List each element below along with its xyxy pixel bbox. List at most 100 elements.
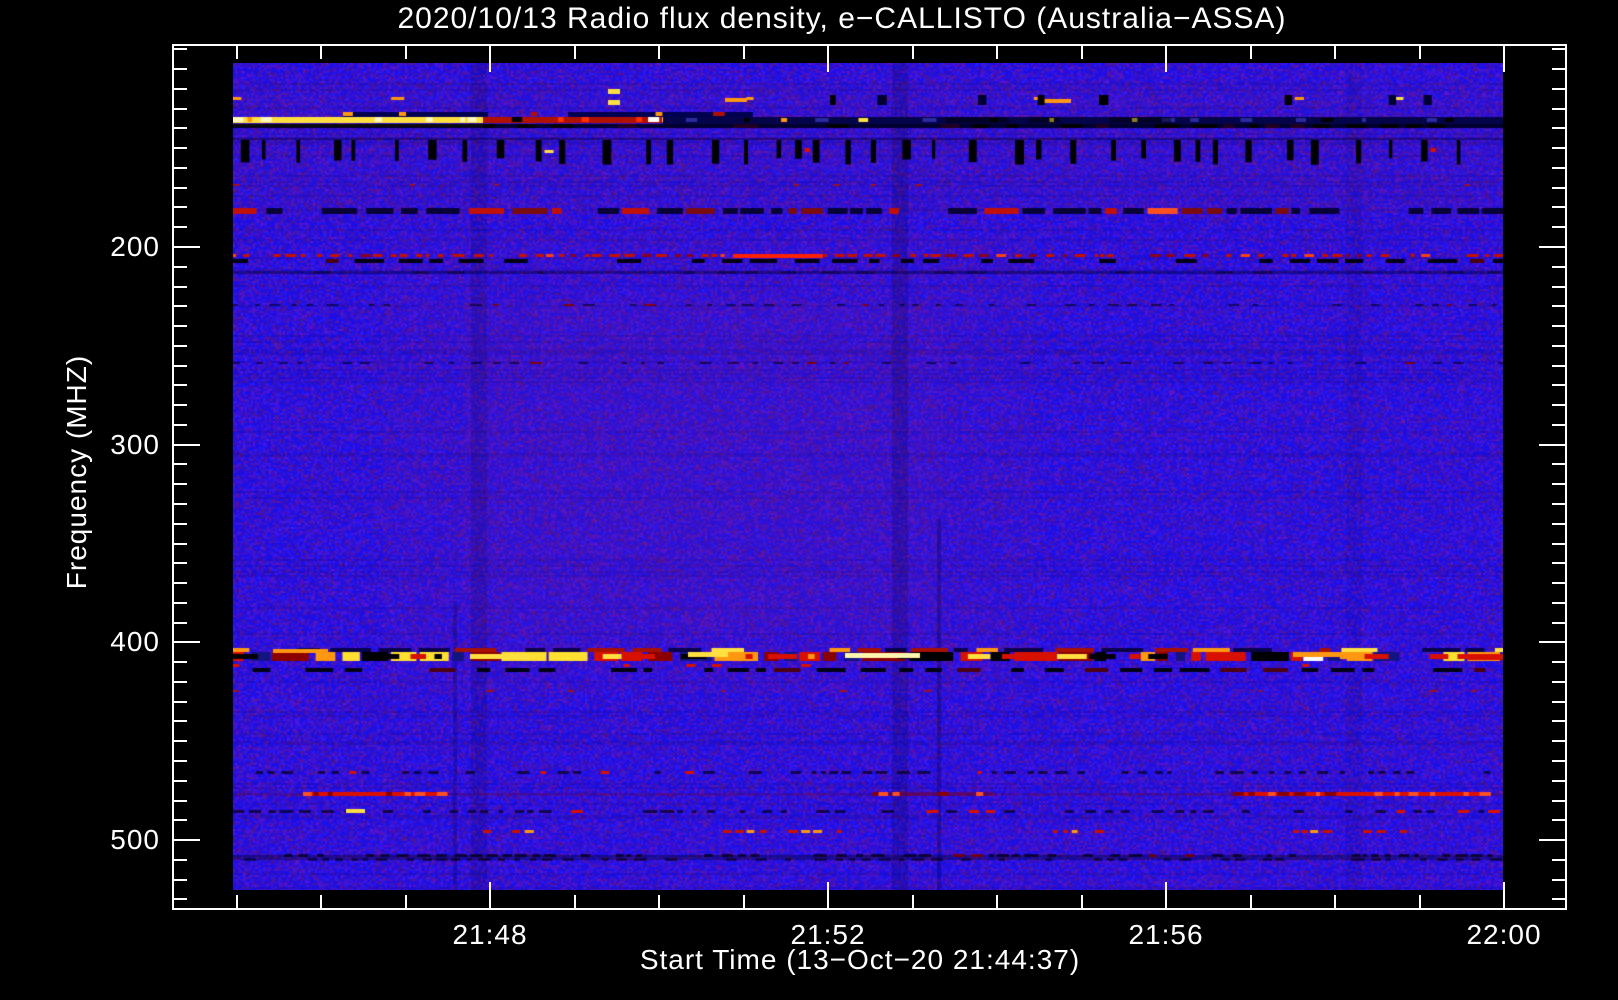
tick-mark [1552, 147, 1565, 149]
tick-mark [1165, 882, 1167, 908]
tick-mark [1552, 365, 1565, 367]
tick-mark [320, 46, 322, 59]
tick-mark [1552, 305, 1565, 307]
tick-mark [174, 345, 187, 347]
tick-mark [174, 424, 187, 426]
tick-mark [1539, 246, 1565, 248]
tick-mark [1552, 226, 1565, 228]
tick-mark [174, 800, 187, 802]
tick-mark [574, 895, 576, 908]
tick-mark [574, 46, 576, 59]
tick-mark [174, 760, 187, 762]
tick-mark [912, 46, 914, 59]
tick-mark [658, 46, 660, 59]
tick-mark [1552, 503, 1565, 505]
y-axis-title: Frequency (MHZ) [61, 354, 92, 590]
tick-mark [1552, 286, 1565, 288]
tick-mark [1552, 760, 1565, 762]
tick-mark [174, 859, 187, 861]
tick-mark [174, 582, 187, 584]
tick-mark [174, 483, 187, 485]
tick-mark [1552, 622, 1565, 624]
tick-mark [1552, 859, 1565, 861]
tick-mark [1552, 661, 1565, 663]
tick-mark [1503, 882, 1505, 908]
tick-mark [1552, 266, 1565, 268]
tick-mark [1552, 404, 1565, 406]
tick-mark [174, 681, 187, 683]
tick-mark [1552, 740, 1565, 742]
tick-mark [174, 167, 187, 169]
tick-mark [489, 882, 491, 908]
tick-mark [1552, 384, 1565, 386]
tick-mark [996, 895, 998, 908]
tick-mark [174, 720, 187, 722]
tick-mark [174, 463, 187, 465]
tick-mark [1552, 206, 1565, 208]
tick-mark [174, 365, 187, 367]
tick-mark [1165, 46, 1167, 72]
tick-mark [236, 46, 238, 59]
tick-mark [1552, 88, 1565, 90]
tick-mark [1081, 46, 1083, 59]
tick-mark [1552, 898, 1565, 900]
tick-mark [1552, 800, 1565, 802]
tick-mark [1552, 523, 1565, 525]
chart-title: 2020/10/13 Radio flux density, e−CALLIST… [397, 2, 1287, 35]
tick-mark [174, 127, 187, 129]
tick-mark [1552, 68, 1565, 70]
tick-mark [1552, 127, 1565, 129]
tick-mark [1334, 895, 1336, 908]
tick-mark [1552, 325, 1565, 327]
tick-mark [827, 882, 829, 908]
tick-mark [1250, 895, 1252, 908]
tick-mark [1552, 463, 1565, 465]
tick-mark [1552, 167, 1565, 169]
tick-mark [174, 879, 187, 881]
tick-mark [174, 543, 187, 545]
tick-mark [320, 895, 322, 908]
tick-mark [1552, 879, 1565, 881]
tick-mark [1552, 562, 1565, 564]
tick-mark [1552, 483, 1565, 485]
tick-mark [1552, 424, 1565, 426]
x-axis-title: Start Time (13−Oct−20 21:44:37) [639, 944, 1081, 975]
tick-mark [1539, 641, 1565, 643]
tick-mark [174, 661, 187, 663]
tick-mark [827, 46, 829, 72]
tick-mark [174, 622, 187, 624]
tick-mark [1334, 46, 1336, 59]
tick-mark [174, 206, 187, 208]
tick-mark [996, 46, 998, 59]
tick-mark [174, 444, 200, 446]
tick-mark [1552, 780, 1565, 782]
tick-mark [1552, 48, 1565, 50]
tick-mark [1552, 187, 1565, 189]
tick-mark [1552, 602, 1565, 604]
tick-mark [1419, 895, 1421, 908]
tick-mark [489, 46, 491, 72]
tick-mark [174, 701, 187, 703]
tick-mark [174, 404, 187, 406]
tick-mark [1552, 720, 1565, 722]
tick-mark [1552, 108, 1565, 110]
tick-mark [174, 523, 187, 525]
tick-mark [174, 839, 200, 841]
tick-mark [174, 819, 187, 821]
tick-mark [912, 895, 914, 908]
tick-mark [174, 226, 187, 228]
tick-mark [174, 246, 200, 248]
tick-mark [174, 562, 187, 564]
tick-mark [174, 780, 187, 782]
tick-mark [174, 286, 187, 288]
tick-mark [174, 266, 187, 268]
tick-mark [174, 898, 187, 900]
tick-mark [658, 895, 660, 908]
tick-mark [174, 48, 187, 50]
tick-mark [1552, 582, 1565, 584]
tick-mark [1552, 543, 1565, 545]
tick-mark [174, 68, 187, 70]
tick-mark [1552, 701, 1565, 703]
tick-mark [405, 46, 407, 59]
tick-mark [174, 305, 187, 307]
